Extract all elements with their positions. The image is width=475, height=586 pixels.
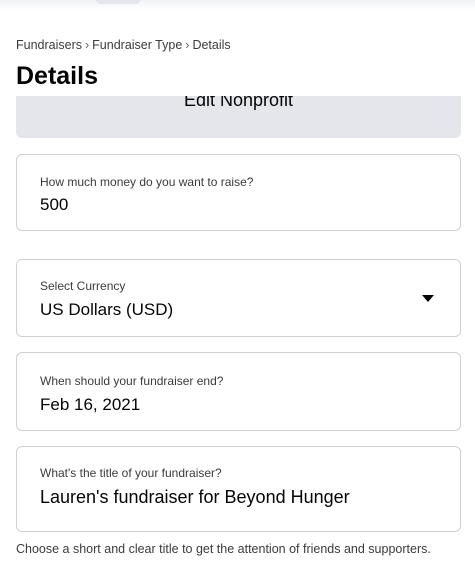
goal-amount-input[interactable]: 500 xyxy=(40,195,68,215)
goal-amount-label: How much money do you want to raise? xyxy=(40,175,254,189)
currency-label: Select Currency xyxy=(40,279,126,293)
fundraiser-title-input[interactable]: Lauren's fundraiser for Beyond Hunger xyxy=(40,487,350,508)
end-date-field[interactable]: When should your fundraiser end? Feb 16,… xyxy=(16,352,461,431)
top-bar-shadow xyxy=(0,0,475,10)
page-title: Details xyxy=(16,62,98,90)
breadcrumb-item-details: Details xyxy=(192,38,231,52)
currency-value: US Dollars (USD) xyxy=(40,300,174,319)
caret-down-icon[interactable] xyxy=(422,295,434,302)
fundraiser-title-field[interactable]: What's the title of your fundraiser? Lau… xyxy=(16,446,461,532)
breadcrumb-separator: › xyxy=(85,38,90,52)
fundraiser-title-label: What's the title of your fundraiser? xyxy=(40,466,222,480)
title-helper-text: Choose a short and clear title to get th… xyxy=(16,542,431,556)
end-date-input[interactable]: Feb 16, 2021 xyxy=(40,395,140,415)
breadcrumb-item-fundraisers[interactable]: Fundraisers xyxy=(16,38,82,52)
edit-nonprofit-button[interactable]: Edit Nonprofit xyxy=(16,96,461,138)
edit-nonprofit-label: Edit Nonprofit xyxy=(183,96,294,110)
goal-amount-field[interactable]: How much money do you want to raise? 500 xyxy=(16,154,461,231)
currency-select[interactable]: Select Currency US Dollars (USD) xyxy=(16,259,461,337)
fundraiser-details-page: Fundraisers › Fundraiser Type › Details Deta… xyxy=(0,0,475,586)
end-date-label: When should your fundraiser end? xyxy=(40,374,224,388)
breadcrumb-separator: › xyxy=(185,38,190,52)
breadcrumb: Fundraisers › Fundraiser Type › Details xyxy=(16,38,231,52)
breadcrumb-item-fundraiser-type[interactable]: Fundraiser Type xyxy=(92,38,182,52)
